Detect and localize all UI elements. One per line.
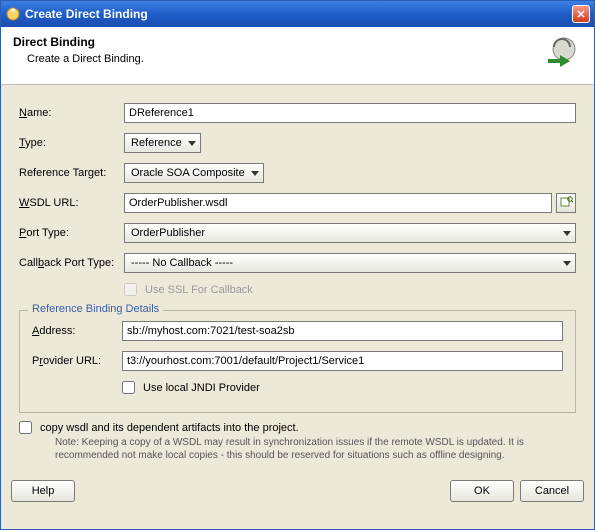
provider-url-label: Provider URL:	[32, 355, 122, 367]
chevron-down-icon	[563, 231, 571, 236]
callback-port-type-value: ----- No Callback -----	[131, 257, 233, 269]
dialog-heading: Direct Binding	[13, 35, 144, 49]
app-icon	[5, 6, 21, 22]
ok-button[interactable]: OK	[450, 480, 514, 502]
reference-target-select[interactable]: Oracle SOA Composite	[124, 163, 264, 183]
reference-binding-details-legend: Reference Binding Details	[28, 303, 163, 315]
use-ssl-label: Use SSL For Callback	[145, 284, 253, 296]
type-select[interactable]: Reference	[124, 133, 201, 153]
name-label: Name:	[19, 107, 124, 119]
wsdl-url-input[interactable]	[124, 193, 552, 213]
cancel-button[interactable]: Cancel	[520, 480, 584, 502]
port-type-select[interactable]: OrderPublisher	[124, 223, 576, 243]
help-button[interactable]: Help	[11, 480, 75, 502]
button-bar: Help OK Cancel	[1, 478, 594, 510]
close-button[interactable]: ✕	[572, 5, 590, 23]
reference-target-value: Oracle SOA Composite	[131, 167, 245, 179]
dialog-subtitle: Create a Direct Binding.	[27, 53, 144, 65]
copy-wsdl-note: Note: Keeping a copy of a WSDL may resul…	[55, 436, 576, 462]
port-type-label: Port Type:	[19, 227, 124, 239]
copy-wsdl-checkbox[interactable]	[19, 421, 32, 434]
binding-icon	[542, 35, 582, 74]
search-icon	[560, 195, 573, 211]
name-input[interactable]	[124, 103, 576, 123]
copy-wsdl-row[interactable]: copy wsdl and its dependent artifacts in…	[19, 421, 576, 434]
address-input[interactable]	[122, 321, 563, 341]
reference-binding-details-group: Reference Binding Details Address: Provi…	[19, 310, 576, 413]
reference-target-label: Reference Target:	[19, 167, 124, 179]
title-bar: Create Direct Binding ✕	[1, 1, 594, 27]
use-ssl-checkbox	[124, 283, 137, 296]
type-label: Type:	[19, 137, 124, 149]
copy-wsdl-label: copy wsdl and its dependent artifacts in…	[40, 422, 299, 434]
use-ssl-checkbox-row: Use SSL For Callback	[124, 283, 253, 296]
callback-port-type-select[interactable]: ----- No Callback -----	[124, 253, 576, 273]
use-local-jndi-row[interactable]: Use local JNDI Provider	[122, 381, 260, 394]
port-type-value: OrderPublisher	[131, 227, 205, 239]
use-local-jndi-checkbox[interactable]	[122, 381, 135, 394]
browse-wsdl-button[interactable]	[556, 193, 576, 213]
chevron-down-icon	[188, 141, 196, 146]
address-label: Address:	[32, 325, 122, 337]
chevron-down-icon	[251, 171, 259, 176]
chevron-down-icon	[563, 261, 571, 266]
callback-port-type-label: Callback Port Type:	[19, 257, 124, 269]
dialog-header: Direct Binding Create a Direct Binding.	[1, 27, 594, 85]
wsdl-url-label: WSDL URL:	[19, 197, 124, 209]
close-icon: ✕	[576, 8, 585, 21]
window-title: Create Direct Binding	[25, 7, 572, 21]
provider-url-input[interactable]	[122, 351, 563, 371]
type-value: Reference	[131, 137, 182, 149]
use-local-jndi-label: Use local JNDI Provider	[143, 382, 260, 394]
